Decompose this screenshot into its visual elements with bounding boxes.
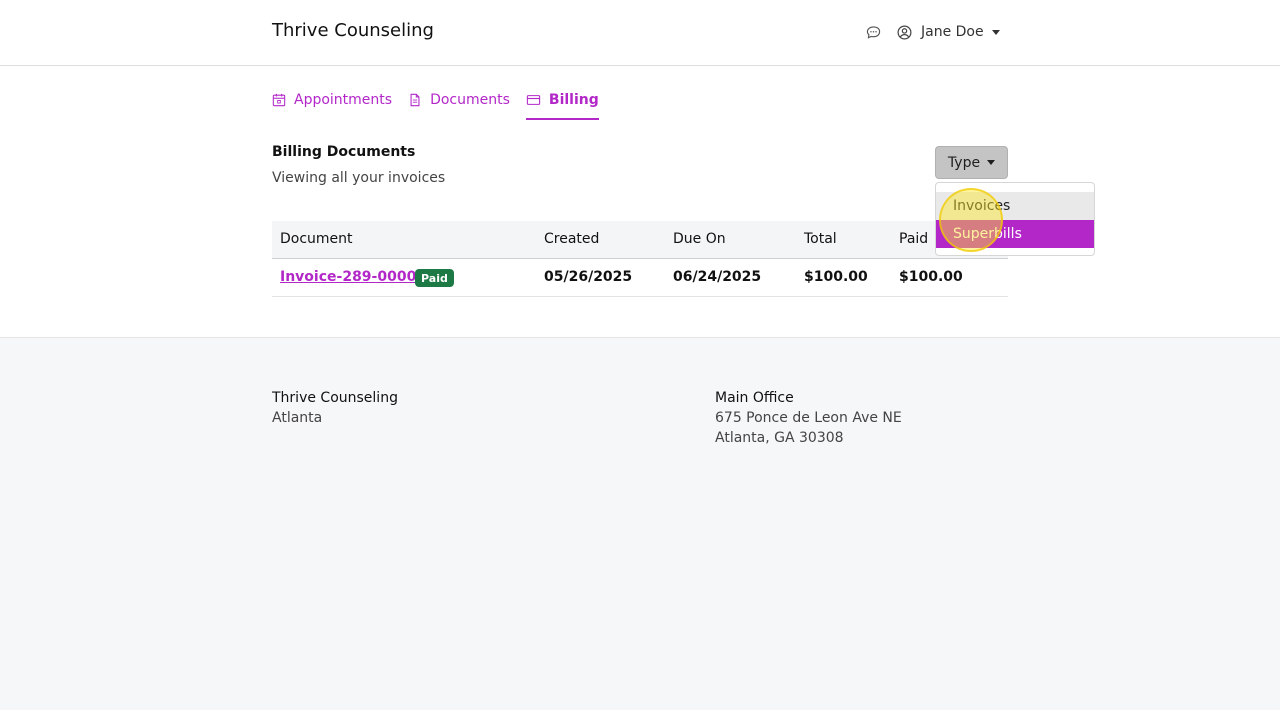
footer-office-info: Main Office 675 Ponce de Leon Ave NE Atl…: [715, 388, 902, 448]
billing-documents-table: Document Created Due On Total Paid Invoi…: [272, 221, 1008, 297]
column-header-created: Created: [544, 231, 600, 247]
user-menu-toggle[interactable]: Jane Doe: [882, 23, 1000, 41]
tab-appointments[interactable]: Appointments: [272, 88, 392, 112]
column-header-due-on: Due On: [673, 231, 726, 247]
footer-office-title: Main Office: [715, 390, 794, 406]
due-date: 06/24/2025: [673, 269, 762, 285]
type-filter-button[interactable]: Type: [935, 146, 1008, 179]
created-date: 05/26/2025: [544, 269, 633, 285]
column-header-document: Document: [280, 231, 353, 247]
footer-office-street: 675 Ponce de Leon Ave NE: [715, 410, 902, 426]
page-title: Billing Documents: [272, 144, 416, 160]
tab-label: Billing: [548, 92, 599, 108]
table-row: Invoice-289-00001 Paid 05/26/2025 06/24/…: [272, 259, 1008, 297]
menu-item-invoices[interactable]: Invoices: [936, 192, 1094, 220]
navbar-actions: Jane Doe: [864, 21, 1000, 43]
footer-office-city: Atlanta, GA 30308: [715, 430, 844, 446]
top-navbar: Thrive Counseling Jane Doe: [0, 0, 1280, 66]
user-circle-icon: [895, 23, 913, 41]
tab-label: Documents: [430, 92, 510, 108]
tab-billing[interactable]: Billing: [525, 88, 599, 120]
type-filter-label: Type: [947, 154, 981, 171]
type-filter-menu: Invoices Superbills: [935, 182, 1095, 256]
column-header-paid: Paid: [899, 231, 929, 247]
calendar-icon: [272, 93, 286, 107]
document-icon: [410, 93, 420, 107]
paid-amount: $100.00: [899, 269, 963, 285]
chevron-down-icon: [991, 29, 1000, 35]
user-name: Jane Doe: [921, 24, 984, 40]
chevron-down-icon: [987, 160, 996, 165]
tab-label: Appointments: [294, 92, 393, 108]
brand-name[interactable]: Thrive Counseling: [272, 20, 434, 41]
credit-card-icon: [526, 95, 541, 105]
portal-tabs: Appointments Documents Billing: [272, 88, 615, 122]
footer-practice-info: Thrive Counseling Atlanta: [272, 388, 398, 428]
invoice-link[interactable]: Invoice-289-00001: [280, 269, 426, 285]
chat-icon[interactable]: [864, 23, 882, 41]
page-subtitle: Viewing all your invoices: [272, 170, 446, 186]
menu-item-superbills[interactable]: Superbills: [936, 220, 1094, 248]
footer-practice-name: Thrive Counseling: [272, 390, 398, 406]
table-header-row: Document Created Due On Total Paid: [272, 221, 1008, 259]
tab-documents[interactable]: Documents: [408, 88, 510, 112]
footer-practice-city: Atlanta: [272, 410, 323, 426]
column-header-total: Total: [804, 231, 837, 247]
status-badge: Paid: [415, 269, 454, 287]
footer: Thrive Counseling Atlanta Main Office 67…: [0, 337, 1280, 710]
total-amount: $100.00: [804, 269, 868, 285]
